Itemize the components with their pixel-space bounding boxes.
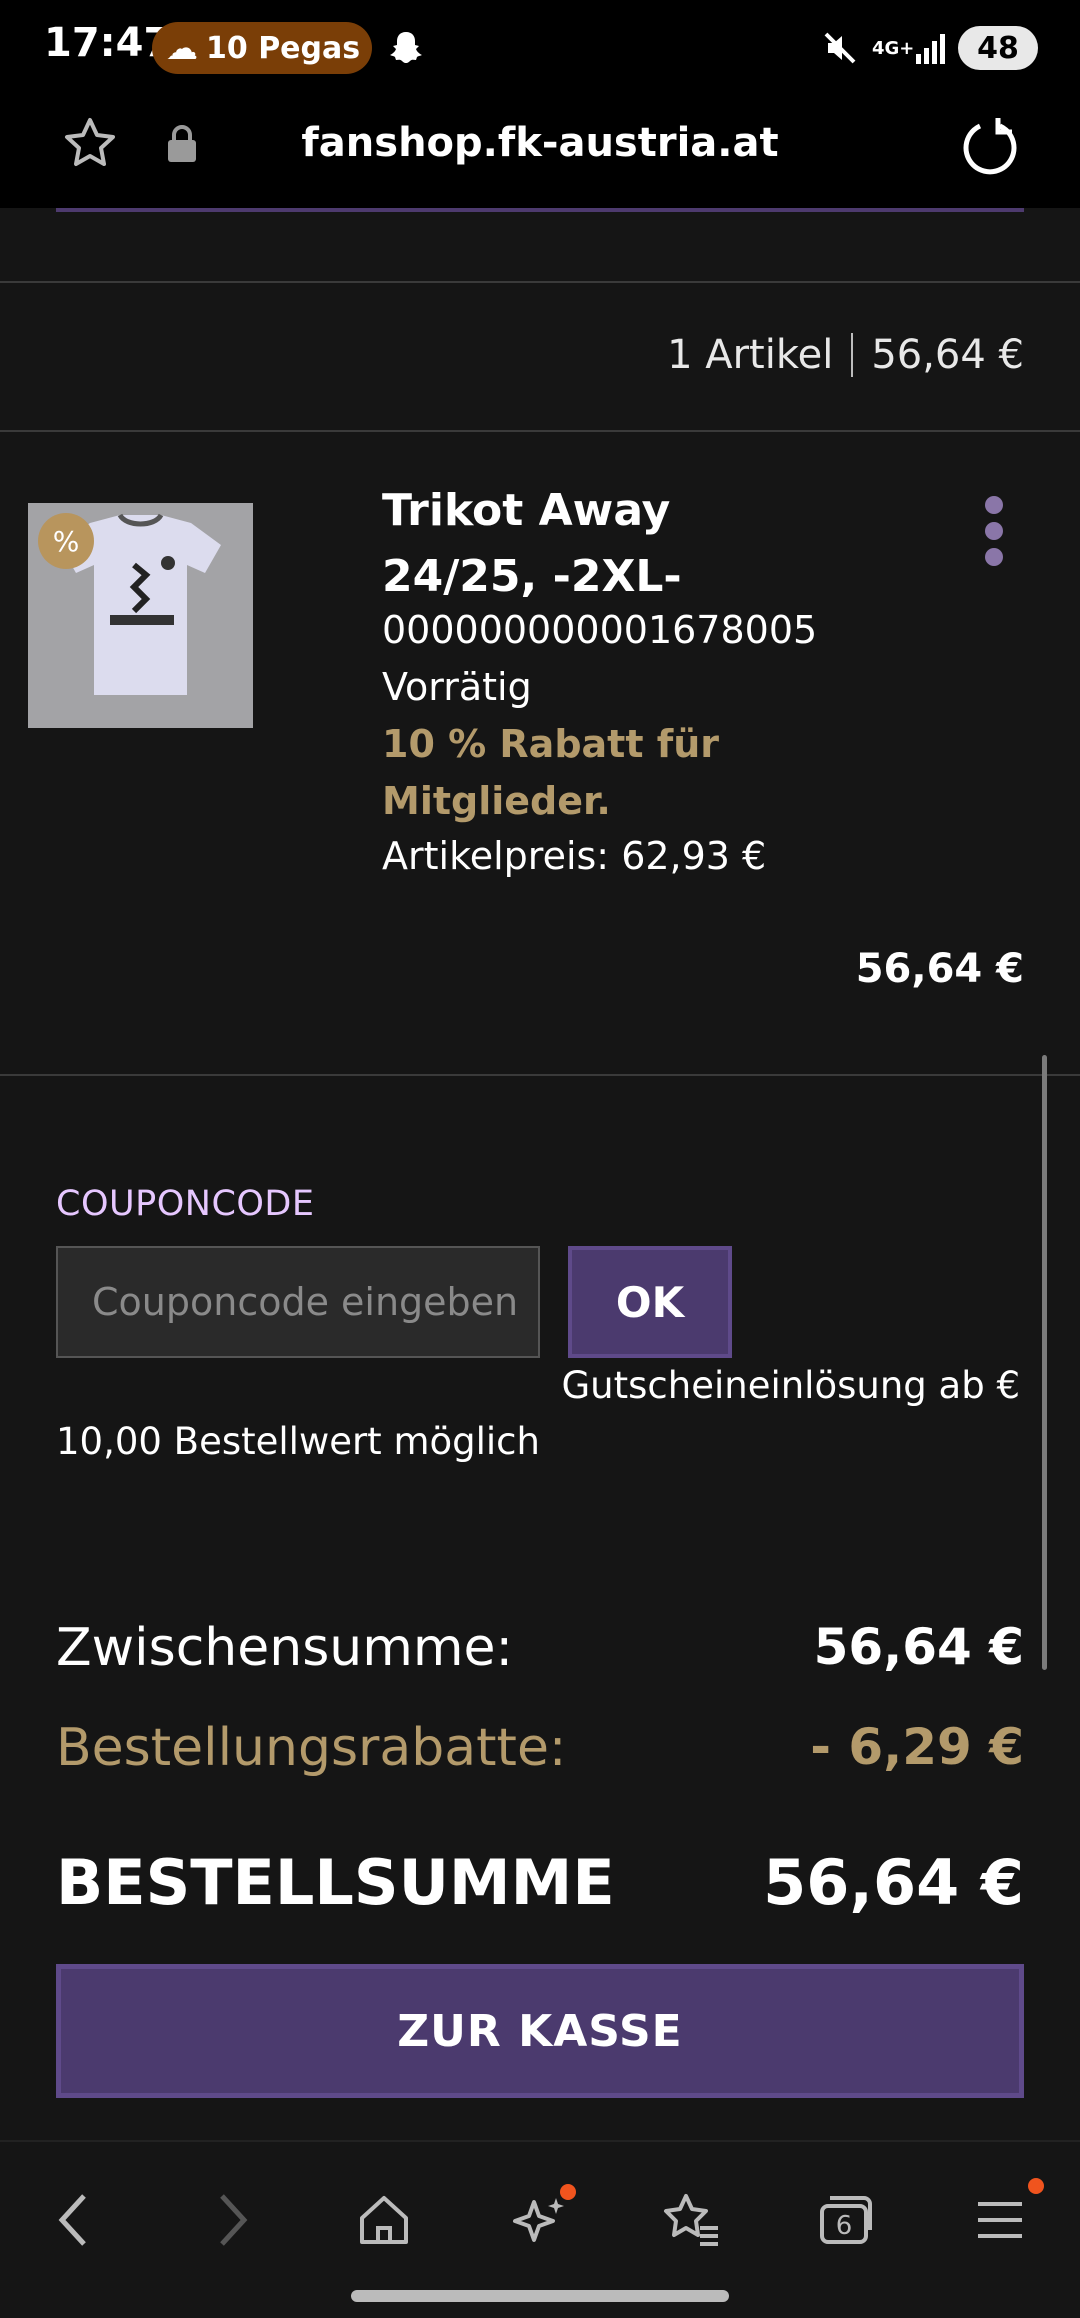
coupon-note-line1: Gutscheineinlösung ab € <box>561 1364 1021 1407</box>
subtotal-label: Zwischensumme: <box>56 1618 514 1678</box>
top-accent-line <box>56 208 1024 212</box>
subtotal-value: 56,64 € <box>813 1618 1024 1676</box>
tabs-count: 6 <box>835 2211 853 2241</box>
more-options-icon[interactable] <box>974 496 1014 566</box>
divider <box>0 281 1080 283</box>
bookmarks-icon[interactable] <box>656 2184 728 2256</box>
media-notification-pill[interactable]: ☁ 10 Pegas <box>152 22 372 74</box>
battery-level: 48 <box>977 30 1019 66</box>
summary-separator <box>851 333 854 377</box>
coupon-input[interactable] <box>56 1246 540 1358</box>
home-icon[interactable] <box>348 2184 420 2256</box>
coupon-label: COUPONCODE <box>56 1184 315 1224</box>
order-discount-label: Bestellungsrabatte: <box>56 1718 567 1778</box>
notification-text: 10 Pegas <box>206 30 361 66</box>
line-total: 56,64 € <box>855 946 1024 992</box>
product-sku: 000000000001678005 <box>382 608 818 652</box>
divider <box>0 430 1080 432</box>
divider <box>0 1074 1080 1076</box>
cart-summary-total: 56,64 € <box>871 332 1024 378</box>
signal-icon <box>914 24 950 72</box>
tabs-icon[interactable]: 6 <box>810 2184 882 2256</box>
mute-icon <box>820 24 860 72</box>
coupon-ok-button[interactable]: OK <box>568 1246 732 1358</box>
reload-icon[interactable] <box>958 114 1022 182</box>
cart-summary: 1 Artikel 56,64 € <box>667 332 1024 378</box>
member-discount-text: 10 % Rabatt für Mitglieder. <box>382 722 720 823</box>
item-count: 1 Artikel <box>667 332 834 378</box>
battery-indicator: 48 <box>958 26 1038 70</box>
gesture-home-bar[interactable] <box>351 2290 729 2302</box>
order-discount-value: - 6,29 € <box>810 1718 1024 1776</box>
order-total-value: 56,64 € <box>763 1846 1024 1919</box>
back-icon[interactable] <box>38 2184 110 2256</box>
unit-price: Artikelpreis: 62,93 € <box>382 834 767 878</box>
snapchat-icon <box>386 28 426 72</box>
ai-sparkle-icon[interactable] <box>504 2184 576 2256</box>
notification-dot <box>1028 2178 1044 2194</box>
discount-percent-badge: % <box>38 513 94 569</box>
product-availability: Vorrätig <box>382 665 532 709</box>
order-total-label: BESTELLSUMME <box>56 1846 615 1919</box>
coupon-note-line2: 10,00 Bestellwert möglich <box>56 1420 540 1463</box>
product-title[interactable]: Trikot Away 24/25, -2XL- <box>382 478 832 610</box>
checkout-button[interactable]: ZUR KASSE <box>56 1964 1024 2098</box>
product-image[interactable]: % <box>28 503 253 728</box>
notification-dot <box>560 2184 576 2200</box>
url-field[interactable]: fanshop.fk-austria.at <box>0 120 1080 166</box>
soundcloud-icon: ☁ <box>166 29 198 67</box>
forward-icon[interactable] <box>196 2184 268 2256</box>
page-scrollbar[interactable] <box>1042 1055 1047 1670</box>
network-type: 4G+ <box>872 37 915 59</box>
menu-icon[interactable] <box>964 2178 1044 2256</box>
